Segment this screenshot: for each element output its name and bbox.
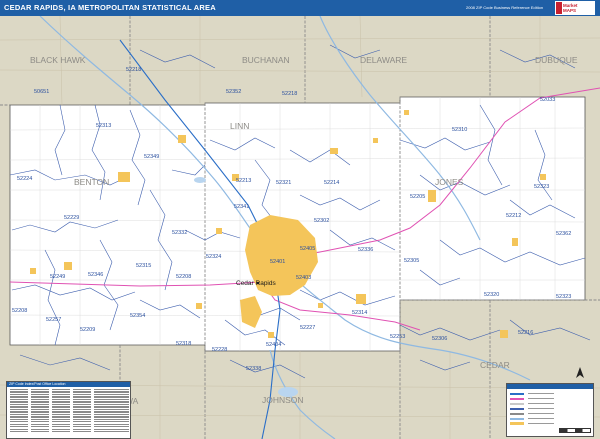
zip-label: 52214 — [324, 180, 339, 186]
legend-header — [507, 384, 593, 389]
zip-index-header: ZIP Code Index/Post Office Location — [7, 382, 130, 387]
zip-label: 52332 — [172, 230, 187, 236]
map-frame: CEDAR RAPIDS, IA METROPOLITAN STATISTICA… — [0, 0, 600, 439]
zip-label: 52403 — [296, 275, 311, 281]
zip-label: 52352 — [226, 89, 241, 95]
zip-label: 52323 — [556, 294, 571, 300]
zip-label: 52209 — [80, 327, 95, 333]
county-label: BUCHANAN — [242, 55, 290, 65]
zip-label: 52405 — [300, 246, 315, 252]
zip-label: 52249 — [50, 274, 65, 280]
zip-label: 52354 — [130, 313, 145, 319]
zip-label: 52302 — [314, 218, 329, 224]
county-label: LINN — [230, 121, 249, 131]
zip-label: 52313 — [96, 123, 111, 129]
zip-label: 52401 — [270, 259, 285, 265]
zip-label: 50651 — [34, 89, 49, 95]
lake — [194, 177, 206, 183]
interstate-swatch — [510, 393, 524, 395]
zip-label: 52205 — [410, 194, 425, 200]
map-title: CEDAR RAPIDS, IA METROPOLITAN STATISTICA… — [4, 3, 216, 12]
logo-mark-icon — [556, 2, 562, 14]
zip-label: 52336 — [358, 247, 373, 253]
zip-index-column — [94, 389, 112, 434]
zip-label: 52218 — [282, 91, 297, 97]
north-arrow-icon — [576, 367, 584, 378]
zip-label: 52212 — [506, 213, 521, 219]
zip-label: 52305 — [404, 258, 419, 264]
city-label: Cedar Rapids — [236, 280, 276, 287]
zip-label: 52229 — [64, 215, 79, 221]
urban-swatch — [510, 422, 524, 425]
city-dot — [256, 281, 260, 285]
zip-label: 52213 — [236, 178, 251, 184]
map-edition: 2008 ZIP Code Business Reference Edition — [466, 5, 544, 10]
zip-label: 52321 — [276, 180, 291, 186]
zip-index-column — [31, 389, 49, 434]
zip-label: 52227 — [300, 325, 315, 331]
zip-boundary-swatch — [510, 408, 524, 410]
water-swatch — [510, 418, 524, 420]
zip-label: 52216 — [518, 330, 533, 336]
county-label: DUBUQUE — [535, 55, 578, 65]
zip-label: 52315 — [136, 263, 151, 269]
map-legend — [506, 383, 594, 437]
zip-label: 52314 — [352, 310, 367, 316]
county-label: JOHNSON — [262, 395, 304, 405]
logo-text: Market MAPS — [563, 3, 578, 13]
zip-label: 52323 — [534, 184, 549, 190]
zip-index-column — [52, 389, 70, 434]
zip-label: 52033 — [540, 97, 555, 103]
zip-label: 52324 — [206, 254, 221, 260]
zip-label: 52253 — [390, 334, 405, 340]
county-label: CEDAR — [480, 360, 510, 370]
county-label: BENTON — [74, 177, 109, 187]
zip-label: 52306 — [432, 336, 447, 342]
zip-index-column — [10, 389, 28, 434]
zip-label: 52349 — [144, 154, 159, 160]
zip-label: 52208 — [12, 308, 27, 314]
zip-label: 52320 — [484, 292, 499, 298]
county-boundary-swatch — [510, 413, 524, 415]
zip-label: 52404 — [266, 342, 281, 348]
zip-label: 52228 — [212, 347, 227, 353]
county-label: BLACK HAWK — [30, 55, 86, 65]
zip-label: 52318 — [176, 341, 191, 347]
zip-code-index: ZIP Code Index/Post Office Location — [6, 381, 131, 439]
highway-swatch — [510, 398, 524, 400]
zip-label: 52341 — [234, 204, 249, 210]
zip-label: 52218 — [126, 67, 141, 73]
zip-index-title: ZIP Code Index/Post Office Location — [9, 382, 66, 386]
scale-bar — [559, 428, 591, 433]
zip-label: 52208 — [176, 274, 191, 280]
zip-label: 52338 — [246, 366, 261, 372]
county-label: JONES — [435, 177, 464, 187]
title-bar: CEDAR RAPIDS, IA METROPOLITAN STATISTICA… — [0, 0, 600, 16]
zip-label: 52310 — [452, 127, 467, 133]
county-label: DELAWARE — [360, 55, 407, 65]
zip-label: 52224 — [17, 176, 32, 182]
market-maps-logo: Market MAPS — [555, 1, 595, 15]
zip-label: 52362 — [556, 231, 571, 237]
zip-label: 52257 — [46, 317, 61, 323]
zip-label: 52346 — [88, 272, 103, 278]
zip-index-column — [73, 389, 91, 434]
map-canvas[interactable]: BLACK HAWK BUCHANAN DELAWARE DUBUQUE LIN… — [0, 16, 600, 439]
road-swatch — [510, 403, 524, 405]
zip-index-column — [111, 389, 129, 434]
